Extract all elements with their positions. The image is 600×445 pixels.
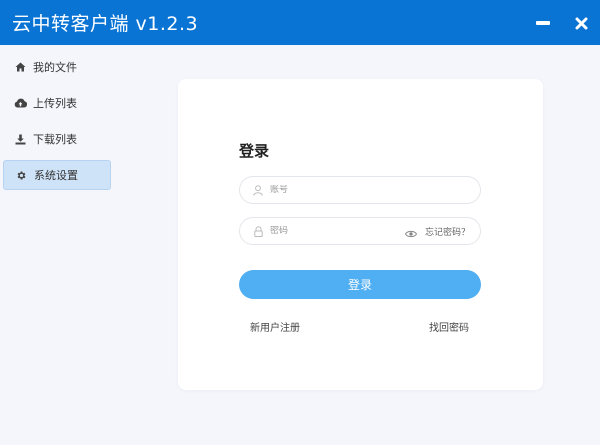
username-field[interactable] <box>239 176 481 204</box>
sidebar: 我的文件 上传列表 下载列表 系统设置 <box>0 45 118 445</box>
eye-icon[interactable] <box>404 225 418 238</box>
sidebar-item-label: 下载列表 <box>33 133 77 146</box>
app-title: 云中转客户端 v1.2.3 <box>12 13 199 35</box>
close-icon <box>575 17 587 29</box>
sidebar-item-label: 上传列表 <box>33 97 77 110</box>
password-input[interactable] <box>270 226 400 236</box>
download-icon <box>13 132 27 146</box>
home-icon <box>13 60 27 74</box>
sidebar-item-download-list[interactable]: 下载列表 <box>3 124 111 154</box>
cloud-upload-icon <box>13 96 27 110</box>
sidebar-item-system-settings[interactable]: 系统设置 <box>3 160 111 190</box>
close-button[interactable] <box>566 8 596 38</box>
sidebar-item-my-files[interactable]: 我的文件 <box>3 52 111 82</box>
register-link[interactable]: 新用户注册 <box>250 319 300 334</box>
gear-icon <box>14 168 28 182</box>
recover-password-link[interactable]: 找回密码 <box>429 319 469 334</box>
login-card: 登录 忘记密码？ 登录 新用户注册 找回密码 <box>178 79 543 390</box>
password-field[interactable]: 忘记密码？ <box>239 217 481 245</box>
forgot-password-link[interactable]: 忘记密码？ <box>425 225 470 238</box>
sidebar-item-label: 系统设置 <box>34 169 78 182</box>
title-bar: 云中转客户端 v1.2.3 <box>0 0 600 45</box>
user-icon <box>252 184 264 196</box>
minimize-button[interactable] <box>528 8 558 38</box>
username-input[interactable] <box>270 185 400 195</box>
minimize-icon <box>536 21 550 25</box>
lock-icon <box>252 225 264 237</box>
login-button[interactable]: 登录 <box>239 270 481 299</box>
sidebar-item-label: 我的文件 <box>33 61 77 74</box>
login-title: 登录 <box>239 142 270 160</box>
sidebar-item-upload-list[interactable]: 上传列表 <box>3 88 111 118</box>
